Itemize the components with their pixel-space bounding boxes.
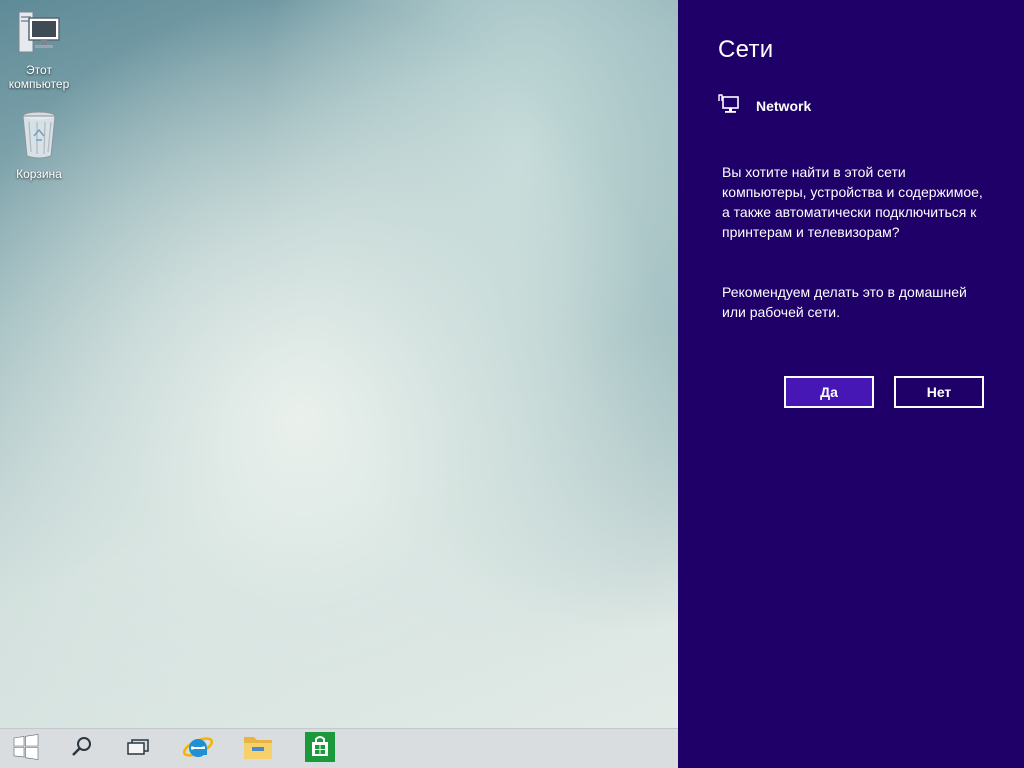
desktop-icon-recycle-bin[interactable]: Корзина (1, 110, 77, 181)
store-button[interactable] (296, 729, 344, 768)
start-button[interactable] (2, 729, 50, 768)
this-pc-icon (1, 8, 77, 59)
internet-explorer-button[interactable] (174, 729, 222, 768)
desktop-icon-label: Этот (26, 63, 52, 77)
windows-start-icon (13, 733, 39, 765)
network-item: Network (718, 93, 812, 120)
file-explorer-button[interactable] (234, 729, 282, 768)
desktop-icon-label: компьютер (8, 77, 70, 91)
task-view-button[interactable] (114, 729, 162, 768)
network-monitor-icon (718, 93, 740, 120)
desktop-icon-this-pc[interactable]: Этот компьютер (1, 8, 77, 91)
network-name: Network (756, 98, 812, 114)
search-icon (70, 735, 94, 764)
panel-title: Сети (718, 36, 774, 63)
search-button[interactable] (58, 729, 106, 768)
internet-explorer-icon (182, 731, 214, 768)
task-view-icon (126, 737, 150, 762)
recycle-bin-icon (1, 110, 77, 163)
file-explorer-icon (242, 733, 274, 766)
store-icon (305, 731, 335, 767)
recommendation-text: Рекомендуем делать это в домашней или ра… (722, 284, 967, 320)
taskbar (0, 728, 678, 768)
no-button[interactable]: Нет (894, 376, 984, 408)
sharing-question-text: Вы хотите найти в этой сети компьютеры, … (722, 164, 983, 240)
networks-charm-panel: Сети Network Вы хотите найти в этой сети… (678, 0, 1024, 768)
desktop-icon-label: Корзина (16, 167, 62, 181)
yes-button[interactable]: Да (784, 376, 874, 408)
